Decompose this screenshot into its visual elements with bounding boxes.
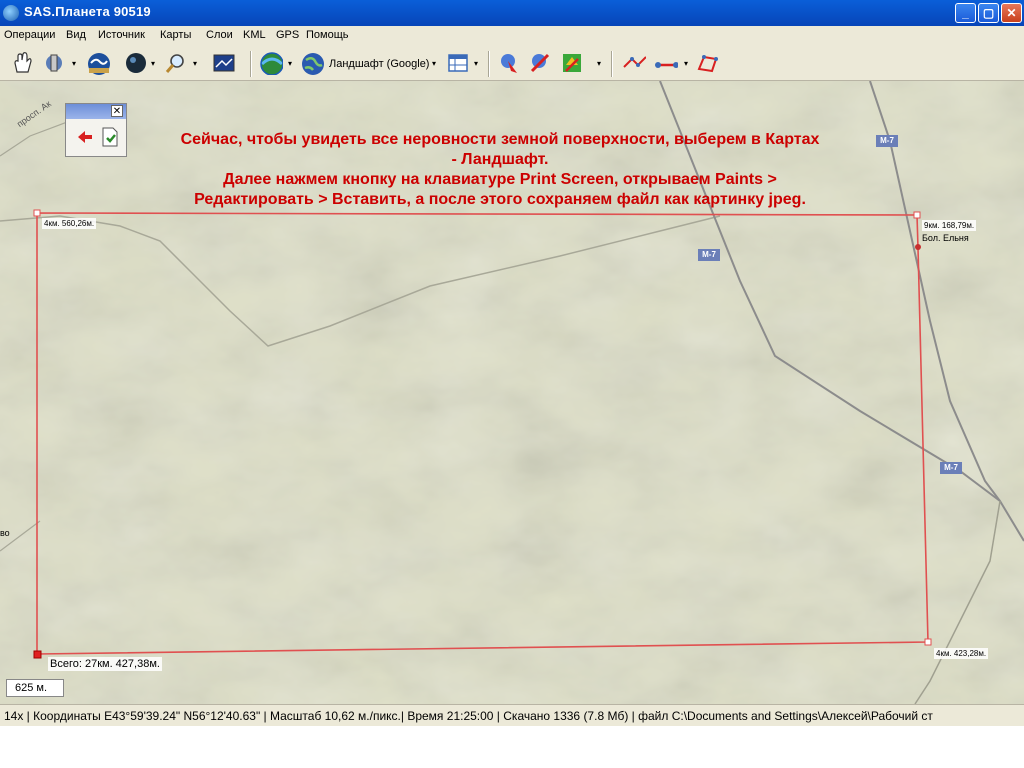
road-sign-badge: M-7 [876,135,898,147]
marker-add-icon[interactable] [497,51,521,75]
place-label: во [0,528,10,538]
scale-indicator: 625 м. [6,679,64,697]
menu-gps[interactable]: GPS [276,29,299,41]
floating-panel: ✕ [65,103,127,157]
place-label: Бол. Ельня [922,233,969,243]
maximize-button[interactable]: ▢ [978,3,999,23]
toolbar-separator [488,51,490,77]
toolbar-separator [250,51,252,77]
menu-bar: Операции Вид Источник Карты Слои KML GPS… [0,26,1024,45]
menu-help[interactable]: Помощь [306,29,349,41]
measure-label: 4км. 423,28м. [934,648,989,659]
road-sign-badge: M-7 [940,462,962,474]
measure-vertex[interactable] [33,209,41,217]
marker-edit-icon[interactable] [528,51,552,75]
menu-operations[interactable]: Операции [4,29,55,41]
internet-globe-icon[interactable] [259,51,283,75]
map-screen-icon[interactable] [212,51,236,75]
floating-panel-titlebar[interactable]: ✕ [66,104,126,119]
map-source-globe-icon[interactable] [300,51,324,75]
ruler-distance-icon[interactable] [654,51,678,75]
window-title: SAS.Планета 90519 [24,4,151,19]
instruction-line: Редактировать > Вставить, а после этого … [194,191,806,208]
menu-source[interactable]: Источник [98,29,145,41]
close-button[interactable]: ✕ [1001,3,1022,23]
dropdown-arrow-icon[interactable]: ▾ [684,59,688,68]
settlement-dot [915,244,921,250]
title-bar: SAS.Планета 90519 _ ▢ ✕ [0,0,1024,26]
instruction-line: - Ландшафт. [451,151,549,168]
menu-layers[interactable]: Слои [206,29,233,41]
measure-vertex[interactable] [913,211,921,219]
dropdown-arrow-icon[interactable]: ▾ [474,59,478,68]
kml-tools-icon[interactable] [560,51,584,75]
road-sign-badge: M-7 [698,249,720,261]
toolbar: ▾ ▾ ▾ ▾ Ландшафт (Google) ▾ ▾ ▾ ▾ [0,45,1024,81]
status-bar: 14x | Координаты E43°59'39.24" N56°12'40… [0,704,1024,726]
floating-panel-close-button[interactable]: ✕ [111,105,123,117]
dropdown-arrow-icon[interactable]: ▾ [151,59,155,68]
dropdown-arrow-icon[interactable]: ▾ [193,59,197,68]
hand-pan-icon[interactable] [10,51,34,75]
measure-total-label: Всего: 27км. 427,38м. [48,657,162,671]
menu-view[interactable]: Вид [66,29,86,41]
layers-grid-icon[interactable] [446,51,470,75]
measure-vertex[interactable] [924,638,932,646]
instruction-overlay: Сейчас, чтобы увидеть все неровности зем… [140,130,860,210]
polygon-area-icon[interactable] [696,51,720,75]
save-document-icon[interactable] [100,126,120,148]
dropdown-arrow-icon[interactable]: ▾ [597,59,601,68]
measure-line-icon[interactable] [622,51,646,75]
dark-globe-icon[interactable] [124,51,148,75]
minimize-button[interactable]: _ [955,3,976,23]
measure-vertex-active[interactable] [33,650,42,659]
globe-earth-icon[interactable] [86,51,110,75]
dropdown-arrow-icon[interactable]: ▾ [432,59,436,68]
app-icon [3,5,19,21]
instruction-line: Сейчас, чтобы увидеть все неровности зем… [180,131,820,148]
zoom-magnifier-icon[interactable] [164,51,188,75]
map-source-label[interactable]: Ландшафт (Google) [329,58,429,70]
dropdown-arrow-icon[interactable]: ▾ [72,59,76,68]
satellite-icon[interactable] [42,51,66,75]
menu-maps[interactable]: Карты [160,29,191,41]
back-arrow-icon[interactable] [76,128,94,146]
instruction-line: Далее нажмем кнопку на клавиатуре Print … [223,171,777,188]
map-view[interactable]: ✕ Сейчас, чтобы увидеть все неровности з… [0,81,1024,704]
dropdown-arrow-icon[interactable]: ▾ [288,59,292,68]
measure-label: 4км. 560,26м. [42,218,97,229]
toolbar-separator [611,51,613,77]
menu-kml[interactable]: KML [243,29,266,41]
measure-label: 9км. 168,79м. [922,220,977,231]
